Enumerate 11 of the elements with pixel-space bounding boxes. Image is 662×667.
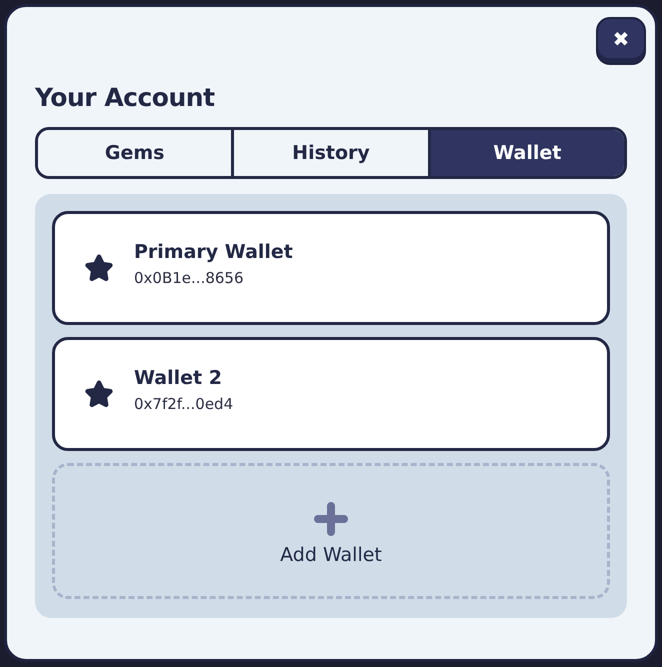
wallet-card[interactable]: Wallet 2 0x7f2f...0ed4: [52, 337, 610, 451]
wallet-name: Wallet 2: [134, 367, 223, 389]
plus-icon: [314, 502, 348, 536]
wallet-address: 0x0B1e...8656: [134, 269, 245, 287]
wallet-name: Primary Wallet: [134, 241, 293, 263]
dialog-title: Your Account: [35, 83, 216, 113]
close-button[interactable]: ✖: [596, 17, 646, 65]
wallet-card[interactable]: Primary Wallet 0x0B1e...8656: [52, 211, 610, 325]
wallet-address: 0x7f2f...0ed4: [134, 395, 234, 413]
add-wallet-button[interactable]: Add Wallet: [52, 463, 610, 599]
tab[interactable]: Wallet: [428, 130, 624, 176]
